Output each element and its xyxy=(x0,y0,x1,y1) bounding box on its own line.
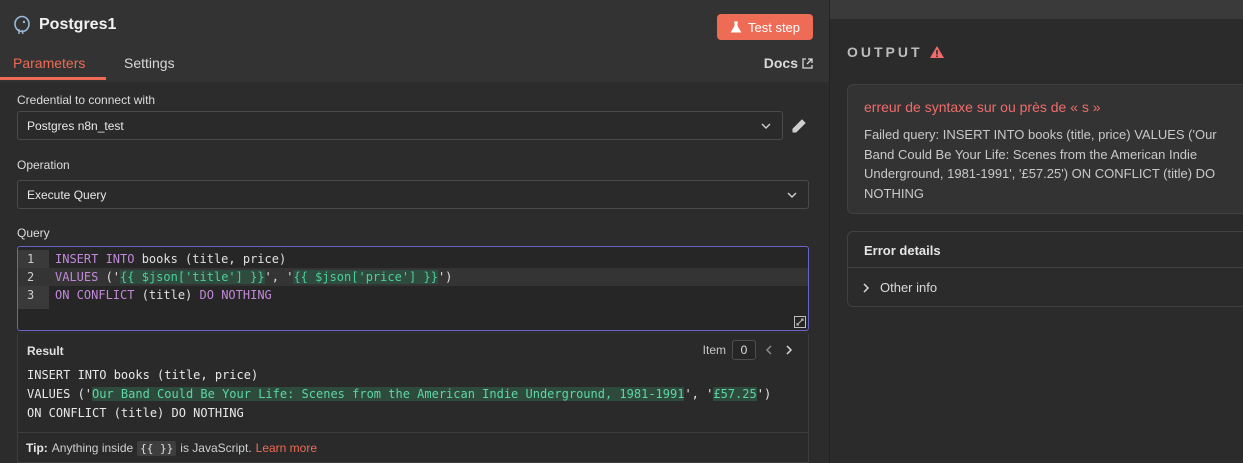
result-preview: Result Item 0 INSERT INTO books (title, … xyxy=(17,334,809,463)
error-details-title: Error details xyxy=(864,243,941,258)
tip-text: Anything inside xyxy=(51,441,134,455)
expand-editor-icon[interactable] xyxy=(794,316,806,328)
node-parameters-panel: Postgres1 Test step Parameters Settings … xyxy=(0,0,829,463)
code-line-1[interactable]: 1 INSERT INTO books (title, price) xyxy=(18,250,808,268)
chevron-right-icon[interactable] xyxy=(782,343,796,357)
chevron-down-icon xyxy=(761,123,771,129)
operation-select[interactable]: Execute Query xyxy=(17,180,809,209)
sql-keyword: DO NOTHING xyxy=(199,288,272,302)
result-line-3: ON CONFLICT (title) DO NOTHING xyxy=(27,406,244,420)
expression-title: {{ $json['title'] }} xyxy=(120,270,265,284)
panel-header: Postgres1 Test step Parameters Settings … xyxy=(0,0,829,82)
line-number: 1 xyxy=(27,252,35,266)
result-title: Result xyxy=(27,344,64,358)
operation-label: Operation xyxy=(17,158,70,172)
code-line-2[interactable]: 2 VALUES ('{{ $json['title'] }}', '{{ $j… xyxy=(18,268,808,286)
chevron-down-icon xyxy=(787,192,797,198)
operation-value: Execute Query xyxy=(27,187,107,202)
other-info-row[interactable]: Other info xyxy=(862,280,937,295)
docs-label: Docs xyxy=(763,55,798,71)
tip-bar: Tip: Anything inside {{ }} is JavaScript… xyxy=(18,432,808,463)
result-line-2: VALUES ('Our Band Could Be Your Life: Sc… xyxy=(27,387,772,401)
tab-parameters[interactable]: Parameters xyxy=(13,55,85,71)
item-index-input[interactable]: 0 xyxy=(732,340,756,360)
credential-value: Postgres n8n_test xyxy=(27,118,124,133)
sql-text: (' xyxy=(98,270,121,284)
test-step-label: Test step xyxy=(747,19,801,35)
resolved-title: Our Band Could Be Your Life: Scenes from… xyxy=(92,387,685,401)
code-line-3[interactable]: 3 ON CONFLICT (title) DO NOTHING xyxy=(18,286,808,304)
result-line-1: INSERT INTO books (title, price) xyxy=(27,368,259,382)
expression-price: {{ $json['price'] }} xyxy=(293,270,438,284)
tip-label: Tip: xyxy=(26,441,48,455)
sql-keyword: ON CONFLICT xyxy=(55,288,135,302)
sql-keyword: VALUES xyxy=(55,270,99,284)
line-number: 2 xyxy=(27,270,35,284)
other-info-label: Other info xyxy=(880,280,938,295)
output-panel: OUTPUT erreur de syntaxe sur ou près de … xyxy=(829,0,1243,463)
node-title[interactable]: Postgres1 xyxy=(39,16,116,34)
active-tab-indicator xyxy=(0,77,106,80)
chevron-left-icon[interactable] xyxy=(762,343,776,357)
sql-text: ') xyxy=(437,270,453,284)
test-step-button[interactable]: Test step xyxy=(717,14,813,40)
sql-text: books (title, price) xyxy=(134,252,287,266)
flask-icon xyxy=(730,21,742,33)
chevron-right-icon xyxy=(863,282,870,293)
sql-text: ', ' xyxy=(264,270,294,284)
error-message: Failed query: INSERT INTO books (title, … xyxy=(864,127,1217,201)
tip-text: is JavaScript. xyxy=(180,441,252,455)
output-heading: OUTPUT xyxy=(847,44,945,60)
tab-settings[interactable]: Settings xyxy=(124,55,175,71)
query-editor[interactable]: 1 INSERT INTO books (title, price) 2 VAL… xyxy=(17,246,809,331)
docs-link[interactable]: Docs xyxy=(764,55,813,71)
warning-icon xyxy=(929,46,944,58)
learn-more-link[interactable]: Learn more xyxy=(256,441,317,455)
query-label: Query xyxy=(17,226,50,240)
error-box: erreur de syntaxe sur ou près de « s » F… xyxy=(847,84,1243,214)
tabs-bar: Parameters Settings Docs xyxy=(0,48,829,80)
line-number: 3 xyxy=(27,288,35,302)
output-header-strip xyxy=(830,0,1243,19)
output-label: OUTPUT xyxy=(847,44,923,60)
item-label: Item xyxy=(702,343,726,357)
error-details-header: Error details xyxy=(848,232,1243,268)
error-details-panel: Error details Other info xyxy=(847,231,1243,307)
error-title: erreur de syntaxe sur ou près de « s » xyxy=(864,99,1101,115)
external-link-icon xyxy=(802,57,813,69)
edit-credential-pencil-icon[interactable] xyxy=(790,117,808,135)
item-navigator: Item 0 xyxy=(703,340,796,360)
sql-text: (title) xyxy=(134,288,200,302)
postgres-elephant-icon xyxy=(14,15,30,35)
result-text: INSERT INTO books (title, price) VALUES … xyxy=(27,368,771,425)
title-row: Postgres1 xyxy=(13,15,116,35)
sql-keyword: INSERT INTO xyxy=(55,252,135,266)
resolved-price: £57.25 xyxy=(713,387,757,401)
credential-select[interactable]: Postgres n8n_test xyxy=(17,111,783,140)
tip-code-chip: {{ }} xyxy=(137,440,177,456)
credential-label: Credential to connect with xyxy=(17,93,156,107)
